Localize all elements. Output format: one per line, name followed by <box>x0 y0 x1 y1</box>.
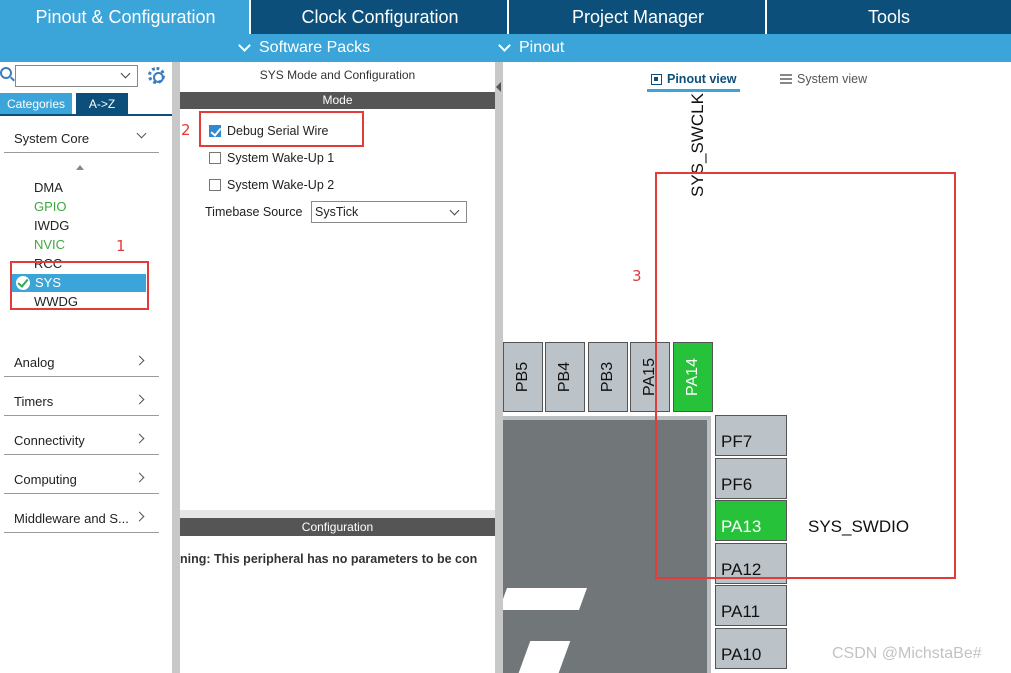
tab-a-z[interactable]: A->Z <box>76 93 128 114</box>
pin-pa10[interactable]: PA10 <box>715 628 787 669</box>
tab-label: Tools <box>867 6 911 27</box>
wakeup1-checkbox[interactable] <box>209 152 221 164</box>
annotation-box-3 <box>655 172 956 579</box>
panel-title: SYS Mode and Configuration <box>259 68 416 82</box>
tab-label: Pinout view <box>667 72 737 86</box>
chevron-right-icon <box>134 394 145 405</box>
tab-tools[interactable]: Tools <box>767 0 1011 34</box>
group-connectivity[interactable]: Connectivity <box>4 429 159 455</box>
pinout-label: Pinout <box>519 39 565 56</box>
gear-icon[interactable] <box>148 67 165 84</box>
pinout-menu[interactable]: Pinout <box>498 34 565 62</box>
group-middleware[interactable]: Middleware and S... <box>4 507 159 533</box>
chevron-right-icon <box>134 511 145 522</box>
annotation-number-3: 3 <box>632 267 642 285</box>
wakeup1-option[interactable]: System Wake-Up 1 <box>209 150 334 166</box>
group-analog[interactable]: Analog <box>4 351 159 377</box>
software-packs-label: Software Packs <box>259 39 371 56</box>
sub-menu-bar: Software Packs Pinout <box>0 34 1011 62</box>
annotation-number-1: 1 <box>116 237 126 255</box>
tab-categories[interactable]: Categories <box>0 93 72 114</box>
sidebar-item-gpio[interactable]: GPIO <box>34 199 67 214</box>
category-tabs: Categories A->Z <box>0 93 128 114</box>
chevron-right-icon <box>134 355 145 366</box>
stm32cubemx-window: Pinout & Configuration Clock Configurati… <box>0 0 1011 673</box>
watermark: CSDN @MichstaBe# <box>832 645 982 662</box>
checkbox-label: System Wake-Up 1 <box>227 151 335 165</box>
mode-header: Mode <box>180 92 495 109</box>
tab-label: System view <box>797 72 868 86</box>
st-logo <box>503 588 588 610</box>
st-logo <box>515 641 571 673</box>
divider <box>0 114 172 116</box>
group-label: Computing <box>14 472 77 487</box>
checkbox-label: System Wake-Up 2 <box>227 178 335 192</box>
configuration-header: Configuration <box>180 518 495 536</box>
annotation-number-2: 2 <box>181 121 191 139</box>
tab-project-manager[interactable]: Project Manager <box>509 0 767 34</box>
annotation-box-1 <box>10 261 149 310</box>
chevron-down-icon <box>238 39 251 52</box>
pin-label: PB5 <box>514 361 531 393</box>
pin-label: PA10 <box>721 645 762 664</box>
top-tab-bar: Pinout & Configuration Clock Configurati… <box>0 0 1011 34</box>
splitter[interactable] <box>180 510 495 518</box>
timebase-label: Timebase Source <box>205 205 303 219</box>
middle-scrollbar[interactable] <box>495 62 503 673</box>
search-input[interactable] <box>15 65 138 87</box>
left-scrollbar[interactable] <box>172 62 180 673</box>
group-system-core[interactable]: System Core <box>4 127 159 153</box>
chevron-down-icon <box>498 39 511 52</box>
pin-label: PB3 <box>599 361 616 393</box>
pin-pa11[interactable]: PA11 <box>715 585 787 626</box>
tab-system-view[interactable]: System view <box>780 68 867 90</box>
software-packs-menu[interactable]: Software Packs <box>238 34 371 62</box>
chevron-down-icon[interactable] <box>120 68 131 79</box>
chip-icon <box>651 73 662 85</box>
pin-pb4[interactable]: PB4 <box>545 342 585 412</box>
pin-pb3[interactable]: PB3 <box>588 342 628 412</box>
tab-label: Clock Configuration <box>301 6 459 27</box>
tab-label: Pinout & Configuration <box>35 6 216 27</box>
configuration-message: ning: This peripheral has no parameters … <box>180 552 478 566</box>
sidebar-item-dma[interactable]: DMA <box>34 180 63 195</box>
chevron-down-icon <box>449 205 460 216</box>
pin-label: PB4 <box>556 361 573 393</box>
wakeup2-checkbox[interactable] <box>209 179 221 191</box>
sidebar-item-iwdg[interactable]: IWDG <box>34 218 69 233</box>
pin-label: PA11 <box>721 602 761 621</box>
timebase-value: SysTick <box>315 205 359 219</box>
wakeup2-option[interactable]: System Wake-Up 2 <box>209 177 334 193</box>
chevron-right-icon <box>134 472 145 483</box>
collapse-left-icon[interactable] <box>496 82 501 92</box>
category-panel: Categories A->Z System Core DMA GPIO IWD… <box>0 62 172 673</box>
sys-mode-panel: SYS Mode and Configuration Mode Debug Se… <box>180 62 495 673</box>
search-icon[interactable] <box>0 67 12 79</box>
group-label: System Core <box>14 131 90 146</box>
tab-clock-configuration[interactable]: Clock Configuration <box>251 0 509 34</box>
timebase-select[interactable]: SysTick <box>311 201 467 223</box>
group-label: Timers <box>14 394 54 409</box>
chevron-down-icon <box>136 128 147 139</box>
pin-pb5[interactable]: PB5 <box>503 342 543 412</box>
tab-pinout-view[interactable]: Pinout view <box>646 68 741 92</box>
scroll-up-icon[interactable] <box>76 165 84 170</box>
group-label: Middleware and S... <box>14 511 129 526</box>
tab-pinout-configuration[interactable]: Pinout & Configuration <box>0 0 251 34</box>
chevron-right-icon <box>134 433 145 444</box>
list-icon <box>780 74 792 84</box>
group-label: Connectivity <box>14 433 85 448</box>
tab-label: Project Manager <box>571 6 705 27</box>
sidebar-item-nvic[interactable]: NVIC <box>34 237 65 252</box>
group-label: Analog <box>14 355 55 370</box>
annotation-box-2 <box>199 111 364 147</box>
group-computing[interactable]: Computing <box>4 468 159 494</box>
group-timers[interactable]: Timers <box>4 390 159 416</box>
